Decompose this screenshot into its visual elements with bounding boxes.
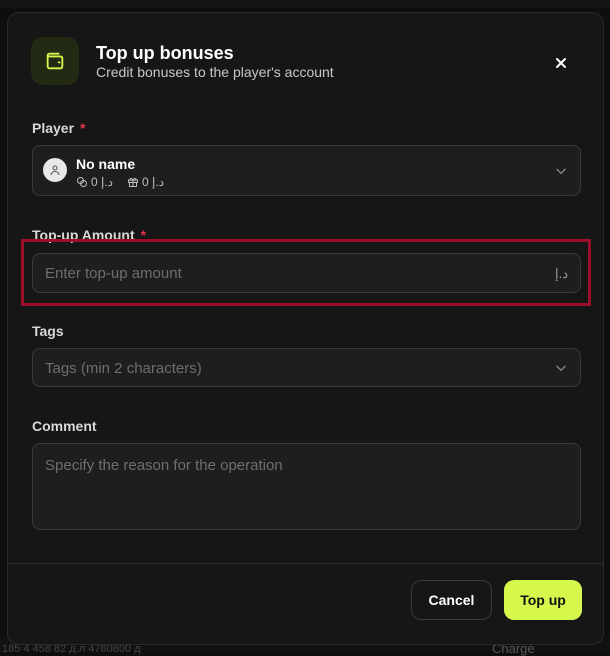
required-mark: * (140, 227, 147, 243)
bonus-stat: 0 د.إ (127, 175, 164, 189)
player-select[interactable]: No name 0 د.إ 0 د.إ (32, 145, 581, 196)
amount-label-text: Top-up Amount (32, 227, 135, 243)
required-mark: * (80, 120, 86, 136)
tags-label: Tags (32, 323, 64, 339)
cancel-button[interactable]: Cancel (411, 580, 492, 620)
player-name: No name (76, 156, 136, 172)
comment-textarea[interactable]: Specify the reason for the operation (32, 443, 581, 530)
currency-label: د.إ (554, 266, 568, 281)
amount-input[interactable]: Enter top-up amount د.إ (32, 253, 581, 293)
comment-placeholder: Specify the reason for the operation (45, 457, 283, 474)
gift-icon (128, 177, 139, 187)
close-button[interactable] (549, 51, 573, 75)
bonus-value: 0 د.إ (142, 175, 165, 189)
player-stats: 0 د.إ 0 د.إ (76, 175, 164, 189)
close-icon (556, 58, 566, 68)
coins-icon (77, 177, 87, 187)
top-up-bonuses-modal: Top up bonuses Credit bonuses to the pla… (7, 12, 604, 645)
tags-select[interactable]: Tags (min 2 characters) (32, 348, 581, 387)
user-icon (50, 165, 60, 176)
tags-placeholder: Tags (min 2 characters) (45, 360, 202, 377)
wallet-icon (31, 37, 79, 85)
comment-label: Comment (32, 418, 97, 434)
chevron-down-icon (556, 168, 566, 175)
footer-divider (8, 563, 603, 564)
background-top-strip (0, 0, 610, 8)
player-label: Player * (32, 120, 86, 136)
avatar (43, 158, 67, 182)
modal-subtitle: Credit bonuses to the player's account (96, 64, 334, 80)
modal-title: Top up bonuses (96, 43, 234, 63)
chevron-down-icon (556, 365, 566, 372)
amount-label: Top-up Amount * (32, 227, 146, 243)
amount-placeholder: Enter top-up amount (45, 265, 182, 282)
top-up-button[interactable]: Top up (504, 580, 582, 620)
balance-stat: 0 د.إ (76, 175, 113, 189)
balance-value: 0 د.إ (91, 175, 114, 189)
player-label-text: Player (32, 120, 75, 136)
